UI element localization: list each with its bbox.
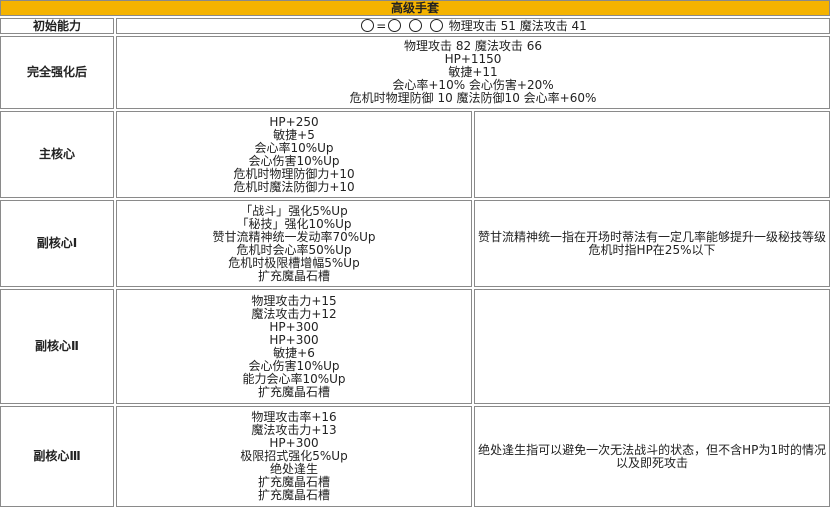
- item-table: 高级手套 初始能力 = 物理攻击 51 魔法攻击 41 完全强化后 物理攻击 8…: [0, 0, 832, 509]
- main-core-label: 主核心: [0, 111, 114, 198]
- sub1-line: 危机时会心率50%Up: [236, 242, 352, 257]
- sub2-line: 魔法攻击力+12: [251, 306, 337, 321]
- sub-core-1-label: 副核心Ⅰ: [0, 200, 114, 287]
- page: 高级手套 初始能力 = 物理攻击 51 魔法攻击 41 完全强化后 物理攻击 8…: [0, 0, 834, 515]
- full-line: 危机时物理防御 10 魔法防御10 会心率+60%: [349, 91, 597, 105]
- main-line: 会心率10%Up: [254, 140, 334, 155]
- sub1-line: 赞甘流精神统一发动率70%Up: [212, 229, 376, 244]
- sub1-line: 「秘技」强化10%Up: [236, 216, 352, 231]
- sub-core-1-note: 赞甘流精神统一指在开场时蒂法有一定几率能够提升一级秘技等级 危机时指HP在25%…: [474, 200, 831, 287]
- slot-circle-icon: [361, 19, 375, 32]
- sub-core-1-values: 「战斗」强化5%Up 「秘技」强化10%Up 赞甘流精神统一发动率70%Up 危…: [116, 200, 472, 287]
- sub3-line: 扩充魔晶石槽: [257, 488, 330, 502]
- sub1-line: 危机时极限槽增幅5%Up: [228, 255, 360, 270]
- main-core-values: HP+250 敏捷+5 会心率10%Up 会心伤害10%Up 危机时物理防御力+…: [116, 111, 472, 198]
- main-line: 危机时魔法防御力+10: [233, 179, 355, 194]
- sub1-line: 「战斗」强化5%Up: [240, 203, 348, 218]
- main-line: 会心伤害10%Up: [248, 153, 340, 168]
- sub1-note-line: 危机时指HP在25%以下: [588, 242, 716, 257]
- full-label: 完全强化后: [0, 36, 114, 109]
- sub-core-3-label: 副核心Ⅲ: [0, 406, 114, 507]
- sub-core-3-values: 物理攻击率+16 魔法攻击力+13 HP+300 极限招式强化5%Up 绝处逢生…: [116, 406, 472, 507]
- sub2-line: 物理攻击力+15: [251, 293, 337, 308]
- sub-core-3-note: 绝处逢生指可以避免一次无法战斗的状态，但不含HP为1时的情况以及即死攻击: [474, 406, 831, 507]
- table-title: 高级手套: [0, 0, 831, 16]
- sub2-line: 能力会心率10%Up: [242, 371, 346, 386]
- full-values: 物理攻击 82 魔法攻击 66 HP+1150 敏捷+11 会心率+10% 会心…: [116, 36, 831, 109]
- sub-core-2-values: 物理攻击力+15 魔法攻击力+12 HP+300 HP+300 敏捷+6 会心伤…: [116, 289, 472, 404]
- main-line: HP+250: [269, 114, 319, 129]
- main-line: 敏捷+5: [273, 127, 315, 142]
- sub-core-2-note: [474, 289, 831, 404]
- sub1-line: 扩充魔晶石槽: [257, 268, 330, 283]
- sub2-line: 扩充魔晶石槽: [257, 384, 330, 399]
- sub2-line: 会心伤害10%Up: [248, 358, 340, 373]
- main-line: 危机时物理防御力+10: [233, 166, 355, 181]
- sub3-note-line: 绝处逢生指可以避免一次无法战斗的状态，但不含HP为1时的情况以及即死攻击: [478, 442, 826, 470]
- sub2-line: HP+300: [269, 319, 319, 334]
- sub2-line: 敏捷+6: [273, 345, 315, 360]
- initial-sep: =: [376, 19, 387, 33]
- main-core-note: [474, 111, 831, 198]
- slot-circle-icon: [409, 19, 423, 32]
- initial-label: 初始能力: [0, 18, 114, 34]
- initial-value: = 物理攻击 51 魔法攻击 41: [116, 18, 831, 34]
- slot-circle-icon: [388, 19, 402, 32]
- slot-circle-icon: [429, 19, 443, 32]
- sub-core-2-label: 副核心Ⅱ: [0, 289, 114, 404]
- initial-text: 物理攻击 51 魔法攻击 41: [448, 19, 587, 33]
- sub2-line: HP+300: [269, 332, 319, 347]
- sub1-note-line: 赞甘流精神统一指在开场时蒂法有一定几率能够提升一级秘技等级: [478, 229, 827, 244]
